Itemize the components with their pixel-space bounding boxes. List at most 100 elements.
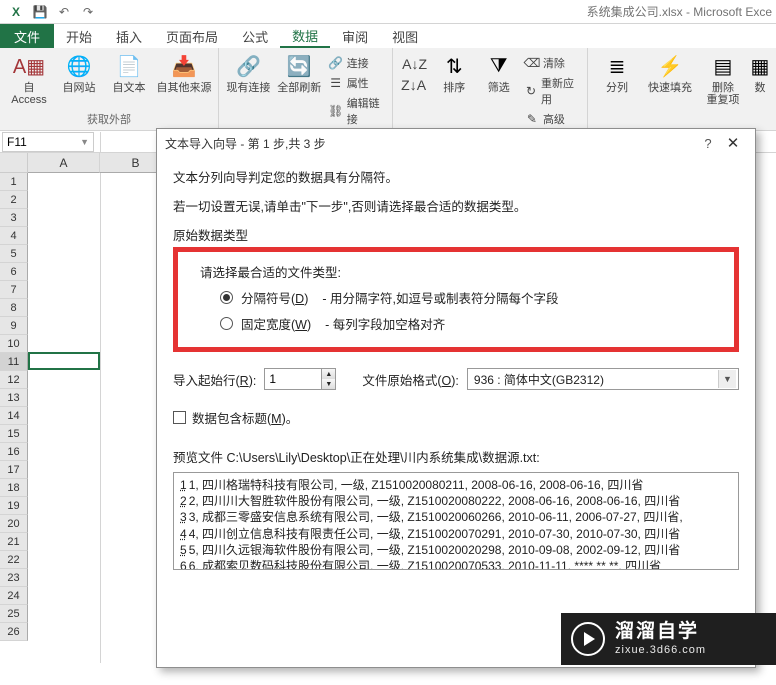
preview-line: 22, 四川川大智胜软件股份有限公司, 一级, Z1510020080222, …: [180, 493, 732, 509]
row-header[interactable]: 5: [0, 245, 28, 263]
file-origin-dropdown[interactable]: 936 : 简体中文(GB2312) ▼: [467, 368, 739, 390]
row-header[interactable]: 25: [0, 605, 28, 623]
has-headers-label: 数据包含标题(M)。: [192, 408, 298, 427]
row-header[interactable]: 2: [0, 191, 28, 209]
row-header[interactable]: 26: [0, 623, 28, 641]
redo-icon[interactable]: ↷: [78, 2, 98, 22]
save-icon[interactable]: 💾: [30, 2, 50, 22]
clear-filter-item[interactable]: ⌫清除: [523, 54, 581, 72]
row-header[interactable]: 13: [0, 389, 28, 407]
edit-links-item[interactable]: ⛓编辑链接: [327, 94, 386, 128]
reapply-item[interactable]: ↻重新应用: [523, 74, 581, 108]
sort-desc-icon: Z↓A: [401, 77, 426, 93]
row-header[interactable]: 24: [0, 587, 28, 605]
name-box-value: F11: [7, 135, 27, 149]
row-header[interactable]: 11: [0, 353, 28, 371]
data-val-icon: ▦: [748, 54, 772, 78]
row-header[interactable]: 4: [0, 227, 28, 245]
sort-icon: ⇅: [442, 54, 466, 78]
reapply-icon: ↻: [525, 84, 537, 98]
row-header[interactable]: 7: [0, 281, 28, 299]
filter-button[interactable]: ⧩ 筛选: [478, 50, 518, 128]
start-row-input[interactable]: [265, 369, 321, 389]
text-to-columns-icon: ≣: [605, 54, 629, 78]
row-header[interactable]: 10: [0, 335, 28, 353]
sort-asc-icon: A↓Z: [402, 56, 427, 72]
dialog-intro-1: 文本分列向导判定您的数据具有分隔符。: [173, 167, 739, 186]
access-icon: A▦: [17, 54, 41, 78]
undo-icon[interactable]: ↶: [54, 2, 74, 22]
chevron-down-icon[interactable]: ▼: [718, 370, 736, 388]
tab-formulas[interactable]: 公式: [230, 24, 280, 48]
tab-insert[interactable]: 插入: [104, 24, 154, 48]
chain-icon: ⛓: [329, 104, 343, 118]
row-header[interactable]: 12: [0, 371, 28, 389]
row-header[interactable]: 18: [0, 479, 28, 497]
connections-list: 🔗连接 ☰属性 ⛓编辑链接: [327, 50, 386, 128]
tab-home[interactable]: 开始: [54, 24, 104, 48]
sort-descending-button[interactable]: Z↓A: [399, 76, 430, 94]
watermark-url: zixue.3d66.com: [615, 644, 706, 657]
spin-up-icon[interactable]: ▲: [322, 369, 335, 379]
from-access-button[interactable]: A▦ 自 Access: [6, 50, 52, 111]
remove-duplicates-button[interactable]: ▤ 删除重复项: [700, 50, 746, 128]
radio-delimited-label: 分隔符号(D): [241, 288, 308, 307]
row-header[interactable]: 1: [0, 173, 28, 191]
spin-down-icon[interactable]: ▼: [322, 379, 335, 389]
dialog-body: 文本分列向导判定您的数据具有分隔符。 若一切设置无误,请单击"下一步",否则请选…: [157, 157, 755, 580]
sort-button[interactable]: ⇅ 排序: [434, 50, 474, 128]
from-text-button[interactable]: 📄 自文本: [106, 50, 152, 111]
radio-delimited-desc: - 用分隔字符,如逗号或制表符分隔每个字段: [322, 288, 558, 307]
data-validation-button[interactable]: ▦ 数: [750, 50, 770, 128]
refresh-all-button[interactable]: 🔄 全部刷新: [276, 50, 323, 128]
column-header-a[interactable]: A: [28, 153, 100, 173]
start-row-spinner[interactable]: ▲▼: [264, 368, 336, 390]
radio-fixed-label: 固定宽度(W): [241, 314, 311, 333]
row-header[interactable]: 20: [0, 515, 28, 533]
remove-dup-icon: ▤: [711, 54, 735, 78]
row-header[interactable]: 6: [0, 263, 28, 281]
tab-data[interactable]: 数据: [280, 24, 330, 48]
row-header[interactable]: 15: [0, 425, 28, 443]
chevron-down-icon[interactable]: ▼: [80, 137, 89, 147]
text-to-columns-button[interactable]: ≣ 分列: [594, 50, 640, 128]
dialog-intro-2: 若一切设置无误,请单击"下一步",否则请选择最合适的数据类型。: [173, 196, 739, 215]
row-header[interactable]: 16: [0, 443, 28, 461]
preview-label: 预览文件 C:\Users\Lily\Desktop\正在处理\川内系统集成\数…: [173, 447, 739, 466]
tab-view[interactable]: 视图: [380, 24, 430, 48]
row-header[interactable]: 8: [0, 299, 28, 317]
connections-item[interactable]: 🔗连接: [327, 54, 386, 72]
advanced-item[interactable]: ✎高级: [523, 110, 581, 128]
start-row-label: 导入起始行(R):: [173, 370, 256, 389]
dialog-title-bar[interactable]: 文本导入向导 - 第 1 步,共 3 步 ? ✕: [157, 129, 755, 157]
preview-box[interactable]: 11, 四川格瑞特科技有限公司, 一级, Z1510020080211, 200…: [173, 472, 739, 570]
row-header[interactable]: 3: [0, 209, 28, 227]
filter-options: ⌫清除 ↻重新应用 ✎高级: [523, 50, 581, 128]
flash-fill-button[interactable]: ⚡ 快速填充: [644, 50, 696, 128]
row-header[interactable]: 14: [0, 407, 28, 425]
highlight-box: 请选择最合适的文件类型: 分隔符号(D) - 用分隔字符,如逗号或制表符分隔每个…: [173, 247, 739, 352]
tab-review[interactable]: 审阅: [330, 24, 380, 48]
row-header[interactable]: 23: [0, 569, 28, 587]
row-header[interactable]: 19: [0, 497, 28, 515]
help-button[interactable]: ?: [697, 136, 719, 151]
tab-page-layout[interactable]: 页面布局: [154, 24, 230, 48]
name-box[interactable]: F11 ▼: [2, 132, 94, 152]
row-header[interactable]: 9: [0, 317, 28, 335]
from-other-button[interactable]: 📥 自其他来源: [156, 50, 212, 111]
properties-item[interactable]: ☰属性: [327, 74, 386, 92]
from-web-button[interactable]: 🌐 自网站: [56, 50, 102, 111]
row-header[interactable]: 17: [0, 461, 28, 479]
existing-connections-button[interactable]: 🔗 现有连接: [225, 50, 272, 128]
tab-file[interactable]: 文件: [0, 24, 54, 48]
file-origin-value: 936 : 简体中文(GB2312): [474, 371, 718, 388]
close-button[interactable]: ✕: [719, 134, 747, 152]
sort-ascending-button[interactable]: A↓Z: [399, 54, 430, 74]
radio-fixed-width[interactable]: [220, 317, 233, 330]
has-headers-checkbox[interactable]: [173, 411, 186, 424]
row-header[interactable]: 21: [0, 533, 28, 551]
radio-delimited[interactable]: [220, 291, 233, 304]
row-header[interactable]: 22: [0, 551, 28, 569]
select-all-triangle[interactable]: [0, 153, 28, 173]
text-file-icon: 📄: [117, 54, 141, 78]
